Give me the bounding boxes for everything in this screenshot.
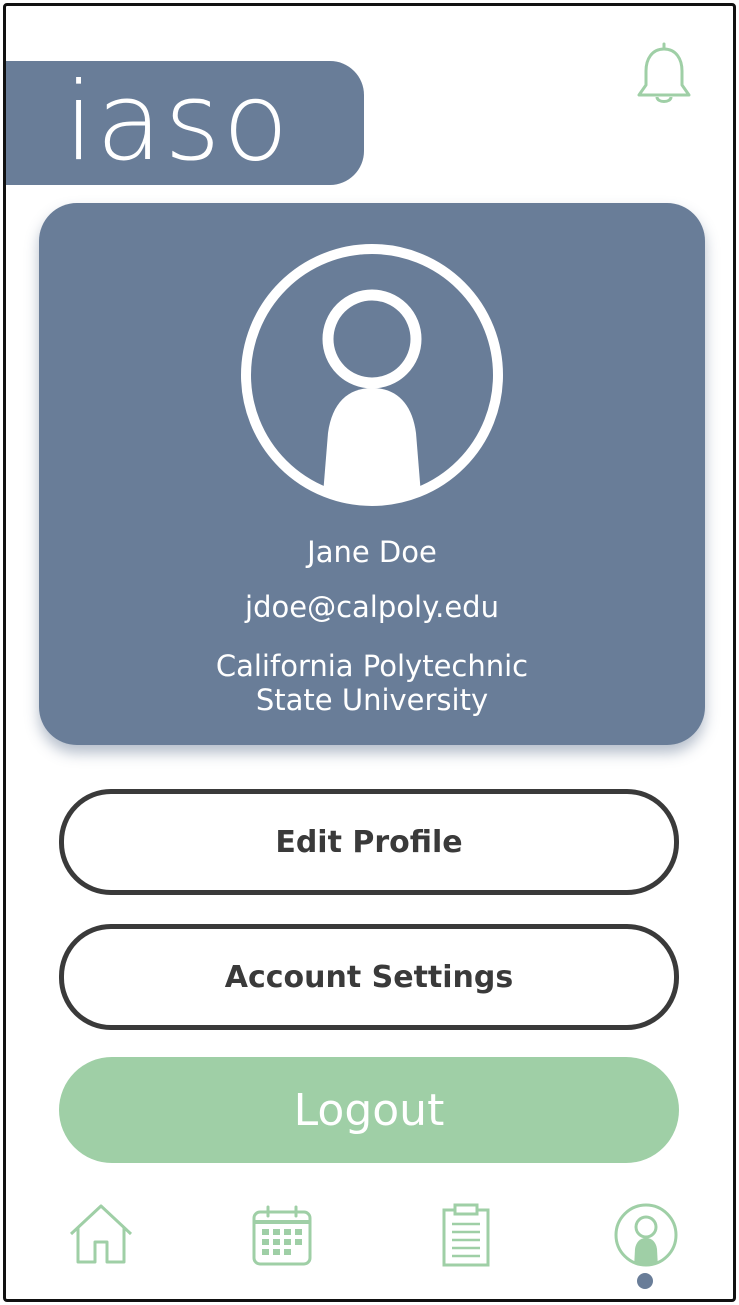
profile-icon[interactable] [613, 1202, 679, 1268]
account-settings-button[interactable]: Account Settings [59, 924, 679, 1030]
profile-name: Jane Doe [307, 535, 437, 569]
app-screen: iaso Jane Doe jdoe@calpoly.edu Californi… [3, 3, 736, 1302]
account-settings-label: Account Settings [224, 959, 514, 995]
logout-label: Logout [293, 1084, 445, 1136]
logo-banner: iaso [6, 61, 364, 185]
logout-button[interactable]: Logout [59, 1057, 679, 1163]
bell-icon[interactable] [634, 41, 694, 107]
active-tab-indicator [637, 1273, 653, 1289]
clipboard-icon[interactable] [441, 1202, 491, 1268]
app-logo: iaso [64, 60, 291, 185]
edit-profile-label: Edit Profile [275, 824, 463, 860]
profile-email: jdoe@calpoly.edu [245, 590, 499, 624]
calendar-icon[interactable] [251, 1204, 313, 1268]
profile-school-line2: State University [255, 683, 489, 717]
user-avatar-icon [241, 244, 503, 506]
home-icon[interactable] [68, 1202, 134, 1266]
profile-card: Jane Doe jdoe@calpoly.edu California Pol… [39, 203, 705, 745]
edit-profile-button[interactable]: Edit Profile [59, 789, 679, 895]
profile-school-line1: California Polytechnic [215, 649, 529, 683]
